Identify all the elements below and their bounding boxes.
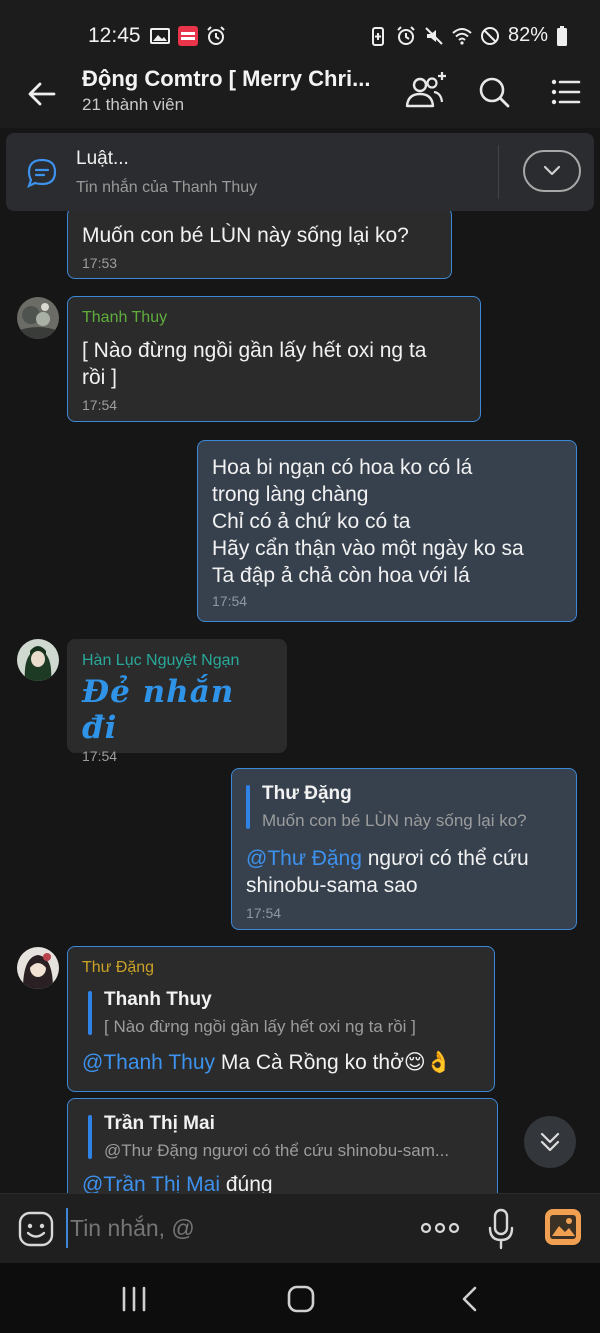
search-icon[interactable] — [470, 68, 518, 116]
message-text: Đẻ nhắn đi — [82, 674, 235, 746]
expand-pinned-button[interactable] — [523, 150, 581, 192]
message-bubble[interactable]: Trần Thị Mai @Thư Đặng ngươi có thể cứu … — [67, 1098, 498, 1193]
mention[interactable]: @Trần Thị Mai — [82, 1173, 220, 1193]
message-text: Ma Cà Rồng ko thở — [215, 1051, 404, 1074]
chat-title-area[interactable]: Động Comtro [ Merry Chri... 21 thành viê… — [82, 66, 382, 115]
status-time: 12:45 — [88, 24, 141, 47]
message-text: Muốn con bé LÙN này sống lại ko? — [82, 224, 409, 247]
composer-bar — [0, 1193, 600, 1263]
pinned-subtitle: Tin nhắn của Thanh Thuy — [76, 179, 258, 196]
battery-percent: 82% — [507, 24, 548, 46]
back-icon[interactable] — [455, 1285, 485, 1313]
microphone-icon[interactable] — [486, 1208, 516, 1250]
message-list[interactable]: Muốn con bé LÙN này sống lại ko? 17:53 T… — [0, 211, 600, 1193]
battery-saver-icon — [371, 26, 384, 46]
quote-text: Muốn con bé LÙN này sống lại ko? — [262, 811, 527, 830]
double-chevron-down-icon — [540, 1132, 560, 1152]
reply-quote[interactable]: Thư Đặng Muốn con bé LÙN này sống lại ko… — [246, 783, 562, 831]
more-options-icon[interactable] — [420, 1216, 460, 1240]
pinned-message[interactable]: Luật... Tin nhắn của Thanh Thuy — [6, 133, 594, 211]
message-text: đúng — [220, 1173, 273, 1193]
quote-author: Trần Thị Mai — [104, 1113, 215, 1134]
battery-icon — [557, 25, 567, 46]
quote-text: @Thư Đặng ngươi có thể cứu shinobu-sam..… — [104, 1141, 450, 1160]
sender-name: Hàn Lục Nguyệt Ngạn — [82, 652, 240, 669]
message-bubble[interactable]: Hoa bi ngạn có hoa ko có lá trong làng c… — [197, 440, 577, 622]
mute-icon — [425, 26, 443, 45]
mention[interactable]: @Thanh Thuy — [82, 1051, 215, 1074]
emoji: 😌👌 — [403, 1051, 452, 1074]
avatar[interactable] — [17, 297, 59, 339]
manga-toon-app-icon — [178, 26, 198, 46]
status-bar: 12:45 82% — [0, 0, 600, 56]
pinned-title: Luật... — [76, 148, 129, 169]
message-bubble[interactable]: Thanh Thuy [ Nào đừng ngồi gần lấy hết o… — [67, 296, 481, 422]
divider — [498, 145, 499, 199]
quote-author: Thanh Thuy — [104, 989, 212, 1010]
member-count: 21 thành viên — [82, 95, 185, 114]
home-icon[interactable] — [286, 1285, 316, 1313]
message-time: 17:54 — [82, 748, 118, 764]
image-icon — [150, 28, 170, 44]
alarm-icon — [207, 26, 225, 45]
menu-list-icon[interactable] — [541, 68, 589, 116]
mention[interactable]: @Thư Đặng — [246, 847, 362, 870]
message-bubble[interactable]: Hàn Lục Nguyệt Ngạn Đẻ nhắn đi 17:54 — [67, 639, 287, 764]
avatar[interactable] — [17, 639, 59, 681]
message-time: 17:54 — [82, 397, 118, 413]
message-time: 17:54 — [246, 905, 282, 921]
gallery-image-icon[interactable] — [544, 1208, 582, 1246]
chat-header: Động Comtro [ Merry Chri... 21 thành viê… — [0, 56, 600, 128]
sender-name: Thư Đặng — [82, 959, 155, 976]
message-bubble[interactable]: Muốn con bé LÙN này sống lại ko? 17:53 — [67, 211, 452, 279]
sender-name: Thanh Thuy — [82, 309, 168, 326]
scroll-to-bottom-button[interactable] — [524, 1116, 576, 1168]
message-text: [ Nào đừng ngồi gần lấy hết oxi ng ta rồ… — [82, 339, 427, 389]
message-bubble[interactable]: Thư Đặng Muốn con bé LÙN này sống lại ko… — [231, 768, 577, 930]
wifi-icon — [452, 27, 472, 45]
message-input[interactable] — [66, 1208, 406, 1248]
reply-quote[interactable]: Trần Thị Mai @Thư Đặng ngươi có thể cứu … — [88, 1113, 483, 1161]
recent-apps-icon[interactable] — [119, 1285, 149, 1313]
message-time: 17:53 — [82, 255, 118, 271]
back-arrow-icon[interactable] — [22, 74, 62, 114]
system-navigation-bar — [0, 1263, 600, 1333]
add-member-icon[interactable] — [400, 68, 448, 116]
sticker-emoji-icon[interactable] — [18, 1211, 54, 1247]
do-not-disturb-icon — [480, 26, 499, 45]
group-title: Động Comtro [ Merry Chri... — [82, 66, 371, 91]
message-text: Hoa bi ngạn có hoa ko có lá trong làng c… — [212, 456, 524, 587]
message-time: 17:54 — [212, 593, 248, 609]
reply-quote[interactable]: Thanh Thuy [ Nào đừng ngồi gần lấy hết o… — [88, 989, 480, 1037]
quote-author: Thư Đặng — [262, 783, 352, 804]
chevron-down-icon — [543, 165, 561, 176]
avatar[interactable] — [17, 947, 59, 989]
chat-bubble-icon — [27, 158, 57, 189]
quote-text: [ Nào đừng ngồi gần lấy hết oxi ng ta rồ… — [104, 1017, 416, 1036]
alarm-icon — [397, 25, 415, 45]
message-bubble[interactable]: Thư Đặng Thanh Thuy [ Nào đừng ngồi gần … — [67, 946, 495, 1092]
